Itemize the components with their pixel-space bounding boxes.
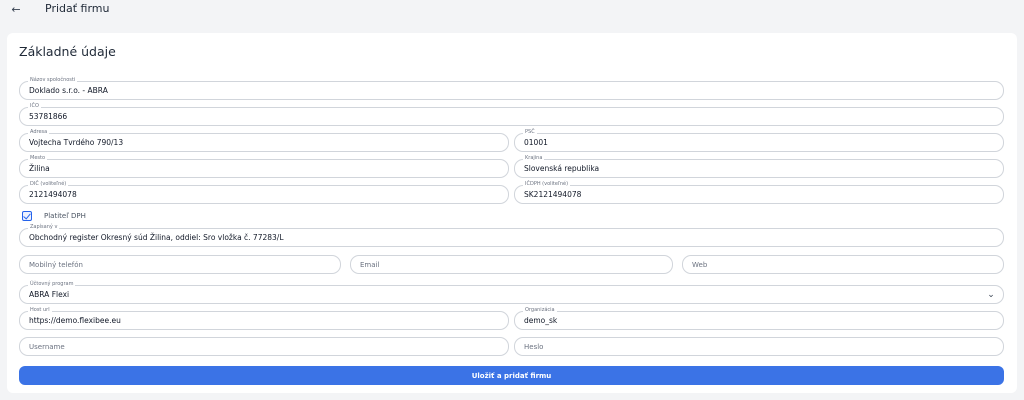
- vat-payer-label: Platiteľ DPH: [44, 212, 86, 220]
- icdph-field[interactable]: IČDPH (voliteľné) SK2121494078: [514, 181, 1004, 204]
- ico-value: 53781866: [29, 112, 68, 121]
- psc-field[interactable]: PSČ 01001: [514, 129, 1004, 152]
- psc-label: PSČ: [523, 129, 537, 135]
- company-name-label: Názov spoločnosti: [28, 77, 78, 83]
- psc-value: 01001: [524, 138, 548, 147]
- dic-label: DIČ (voliteľné): [28, 181, 69, 187]
- dic-field[interactable]: DIČ (voliteľné) 2121494078: [19, 181, 509, 204]
- email-placeholder: Email: [360, 261, 380, 269]
- ico-label: IČO: [28, 103, 41, 109]
- host-url-field[interactable]: Host url https://demo.flexibee.eu: [19, 307, 509, 330]
- mobile-field[interactable]: Mobilný telefón: [19, 255, 341, 274]
- organization-label: Organizácia: [523, 307, 557, 313]
- address-value: Vojtecha Tvrdého 790/13: [29, 138, 124, 147]
- address-label: Adresa: [28, 129, 50, 135]
- host-url-label: Host url: [28, 307, 52, 313]
- icdph-label: IČDPH (voliteľné): [523, 181, 571, 187]
- web-placeholder: Web: [692, 261, 708, 269]
- mobile-placeholder: Mobilný telefón: [29, 261, 83, 269]
- accounting-program-select[interactable]: Účtovný program ABRA Flexi ⌄: [19, 281, 1004, 304]
- checkmark-icon: [23, 211, 31, 220]
- organization-field[interactable]: Organizácia demo_sk: [514, 307, 1004, 330]
- username-placeholder: Username: [29, 343, 65, 351]
- dic-value: 2121494078: [29, 190, 77, 199]
- host-url-value: https://demo.flexibee.eu: [29, 316, 121, 325]
- web-field[interactable]: Web: [682, 255, 1004, 274]
- company-name-value: Doklado s.r.o. - ABRA: [29, 86, 108, 95]
- ico-field[interactable]: IČO 53781866: [19, 103, 1004, 126]
- vat-payer-row: Platiteľ DPH: [22, 210, 86, 222]
- company-name-field[interactable]: Názov spoločnosti Doklado s.r.o. - ABRA: [19, 77, 1004, 100]
- username-field[interactable]: Username: [19, 337, 509, 356]
- organization-value: demo_sk: [524, 316, 558, 325]
- chevron-down-icon: ⌄: [987, 290, 995, 300]
- city-value: Žilina: [29, 164, 50, 173]
- city-field[interactable]: Mesto Žilina: [19, 155, 509, 178]
- country-label: Krajina: [523, 155, 545, 161]
- page-title: Pridať firmu: [45, 2, 110, 15]
- icdph-value: SK2121494078: [524, 190, 582, 199]
- back-button[interactable]: ←: [8, 1, 24, 17]
- password-field[interactable]: Heslo: [514, 337, 1004, 356]
- address-field[interactable]: Adresa Vojtecha Tvrdého 790/13: [19, 129, 509, 152]
- registered-label: Zapísaný v: [28, 224, 60, 230]
- top-bar: ← Pridať firmu: [0, 0, 1024, 20]
- country-value: Slovenská republika: [524, 164, 600, 173]
- password-placeholder: Heslo: [524, 343, 544, 351]
- arrow-left-icon: ←: [11, 2, 21, 16]
- vat-payer-checkbox[interactable]: [22, 211, 32, 221]
- city-label: Mesto: [28, 155, 48, 161]
- accounting-program-value: ABRA Flexi: [29, 290, 70, 299]
- registered-value: Obchodný register Okresný súd Žilina, od…: [29, 233, 284, 242]
- accounting-program-label: Účtovný program: [28, 281, 76, 287]
- email-field[interactable]: Email: [350, 255, 673, 274]
- save-and-add-company-button[interactable]: Uložiť a pridať firmu: [19, 366, 1004, 385]
- country-field[interactable]: Krajina Slovenská republika: [514, 155, 1004, 178]
- registered-field[interactable]: Zapísaný v Obchodný register Okresný súd…: [19, 224, 1004, 247]
- section-title: Základné údaje: [19, 44, 116, 59]
